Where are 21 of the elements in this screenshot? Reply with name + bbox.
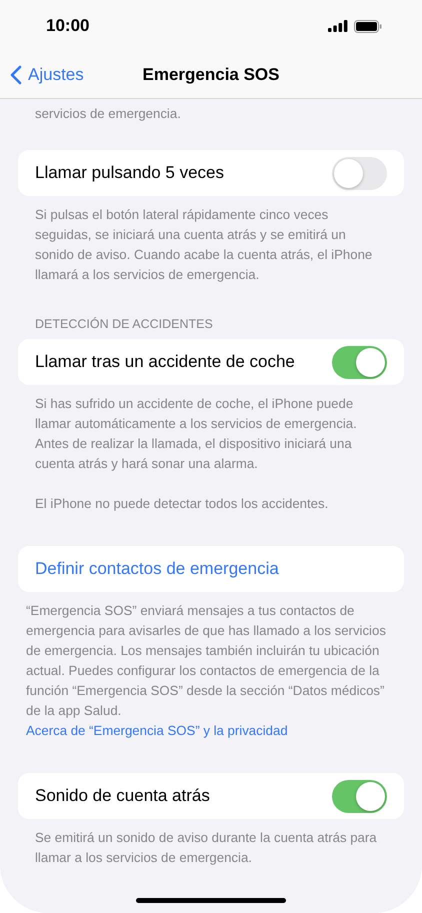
toggle-switch[interactable]	[332, 156, 387, 190]
page-title: Emergencia SOS	[142, 65, 280, 85]
row-label: Sonido de cuenta atrás	[35, 786, 210, 806]
footer-note: “Emergencia SOS” enviará mensajes a tus contactos de emergencia para avisarles de que has llamado a los servicios de emergencia. Los mensajes también incluirán tu ubicación actual. Puedes configurar los contactos de emergencia de la función “Emergencia SOS” desde la sección “Datos médicos” de la app Salud.	[25, 602, 387, 720]
row-label: Llamar pulsando 5 veces	[35, 163, 224, 183]
footer-note: Se emitirá un sonido de aviso durante la cuenta atrás para llamar a los servicios de emergencia.	[34, 829, 378, 867]
privacy-link[interactable]: Acerca de “Emergencia SOS” y la privacidad	[18, 721, 288, 741]
back-button[interactable]: Ajustes	[0, 65, 84, 85]
contacts-link-row[interactable]: Definir contactos de emergencia	[18, 546, 404, 592]
chevron-left-icon	[10, 65, 22, 85]
footer-note: Si pulsas el botón lateral rápidamente cinco veces seguidas, se iniciará una cuenta atrás y se emitirá un sonido de aviso. Cuando acabe la cuenta atrás, el iPhone llamará a los servicios de emergencia.	[34, 206, 374, 284]
toggle-switch[interactable]	[332, 780, 387, 812]
footer-note: El iPhone no puede detectar todos los accidentes.	[34, 495, 330, 513]
status-time: 10:00	[46, 16, 90, 36]
row-label: Llamar tras un accidente de coche	[35, 352, 295, 372]
footer-note: servicios de emergencia.	[34, 105, 182, 123]
section-header: DETECCIÓN DE ACCIDENTES	[34, 317, 214, 333]
battery-icon	[354, 20, 382, 32]
toggle-switch[interactable]	[332, 346, 387, 378]
signal-icon	[328, 20, 348, 32]
footer-note: Si has sufrido un accidente de coche, el iPhone puede llamar automáticamente a los servicios de emergencia. Antes de realizar la llamada, el dispositivo iniciará una cuenta atrás y hará sonar una alarma.	[34, 395, 358, 473]
